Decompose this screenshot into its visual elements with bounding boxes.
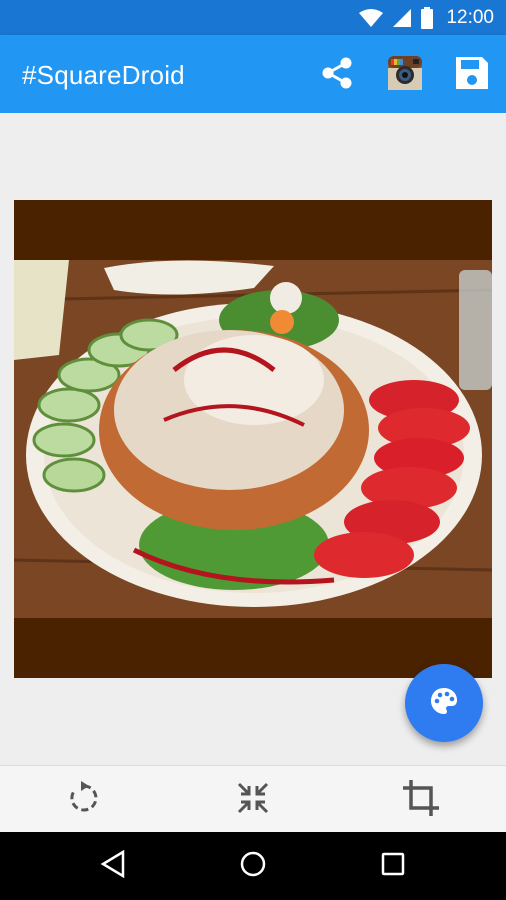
navigation-bar xyxy=(0,832,506,900)
crop-button[interactable] xyxy=(399,778,443,822)
cellular-signal-icon xyxy=(392,8,412,33)
instagram-button[interactable] xyxy=(385,55,425,95)
food-photo xyxy=(14,260,492,618)
wifi-icon xyxy=(358,8,384,33)
app-bar: #SquareDroid xyxy=(0,35,506,113)
home-icon xyxy=(239,850,267,883)
back-button[interactable] xyxy=(96,849,130,883)
instagram-icon xyxy=(387,55,423,96)
shrink-button[interactable] xyxy=(231,778,275,822)
home-button[interactable] xyxy=(236,849,270,883)
save-button[interactable] xyxy=(452,55,492,95)
color-palette-button[interactable] xyxy=(405,664,483,742)
status-time: 12:00 xyxy=(446,7,494,28)
save-icon xyxy=(454,55,490,96)
square-photo-frame xyxy=(14,200,492,678)
crop-icon xyxy=(401,778,441,823)
shrink-icon xyxy=(236,781,270,820)
rotate-icon xyxy=(67,780,101,820)
share-icon xyxy=(319,55,355,96)
rotate-button[interactable] xyxy=(62,778,106,822)
recents-button[interactable] xyxy=(376,849,410,883)
status-icons xyxy=(358,7,434,34)
app-title: #SquareDroid xyxy=(22,60,185,90)
palette-icon xyxy=(429,686,459,721)
status-bar: 12:00 xyxy=(0,0,506,35)
recents-icon xyxy=(380,851,406,882)
edit-toolbar xyxy=(0,765,506,832)
back-icon xyxy=(99,849,127,883)
battery-icon xyxy=(420,7,434,34)
share-button[interactable] xyxy=(317,55,357,95)
